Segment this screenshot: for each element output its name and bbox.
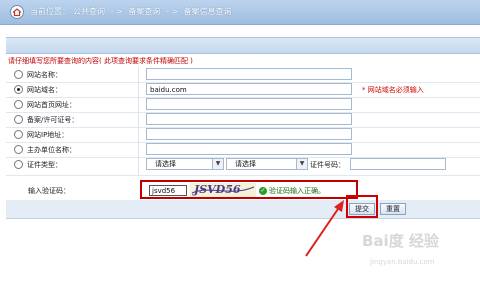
breadcrumb-separator: - > bbox=[110, 7, 123, 16]
location-bar: 当前位置： 公共查询 - > 备案查询 - > 备案信息查询 bbox=[0, 0, 480, 25]
breadcrumb: 当前位置： 公共查询 - > 备案查询 - > 备案信息查询 bbox=[30, 6, 234, 17]
breadcrumb-prefix: 当前位置： bbox=[30, 7, 70, 16]
domain-required-note: * 网站域名必须输入 bbox=[362, 86, 424, 94]
form-hint: 请仔细填写您所要查询的内容( 此项查询要求条件精确匹配 ) bbox=[8, 57, 193, 65]
captcha-ok-text: 验证码输入正确。 bbox=[269, 187, 325, 195]
form-row-domain: 网站域名： baidu.com * 网站域名必须输入 bbox=[6, 82, 480, 98]
field-label: 证件类型： bbox=[27, 161, 62, 169]
form-row-certificate: 证件类型： 请选择 ▼ 请选择 ▼ 证件号码： bbox=[6, 157, 480, 176]
select-value: 请选择 bbox=[155, 160, 176, 168]
query-form: 网站名称： 网站域名： baidu.com * 网站域名必须输入 网站首页网址：… bbox=[6, 67, 480, 201]
section-header-bar bbox=[6, 37, 480, 54]
captcha-image-text: JSVD56 bbox=[194, 183, 241, 196]
ip-address-input[interactable] bbox=[146, 128, 352, 140]
organizer-input[interactable] bbox=[146, 143, 352, 155]
select-value: 请选择 bbox=[235, 160, 256, 168]
field-label: 网站IP地址： bbox=[27, 131, 69, 139]
certificate-number-input[interactable] bbox=[350, 158, 446, 170]
captcha-label: 输入验证码： bbox=[28, 187, 70, 195]
captcha-image[interactable]: JSVD56 bbox=[190, 183, 256, 197]
license-number-input[interactable] bbox=[146, 113, 352, 125]
check-circle-icon: ✓ bbox=[259, 187, 267, 195]
home-icon bbox=[10, 5, 24, 19]
radio-domain[interactable] bbox=[14, 85, 23, 94]
form-row-ip-address: 网站IP地址： bbox=[6, 127, 480, 143]
radio-organizer[interactable] bbox=[14, 145, 23, 154]
field-label: 备案/许可证号： bbox=[27, 116, 79, 124]
field-label: 网站首页网址： bbox=[27, 101, 76, 109]
form-row-organizer: 主办单位名称： bbox=[6, 142, 480, 158]
certificate-subtype-select[interactable]: 请选择 ▼ bbox=[226, 158, 308, 170]
captcha-highlight-box: jsvd56 JSVD56 ✓ 验证码输入正确。 bbox=[140, 180, 358, 199]
chevron-down-icon[interactable]: ▼ bbox=[296, 159, 307, 169]
form-row-site-name: 网站名称： bbox=[6, 67, 480, 83]
form-row-license-number: 备案/许可证号： bbox=[6, 112, 480, 128]
form-row-homepage-url: 网站首页网址： bbox=[6, 97, 480, 113]
field-label: 主办单位名称： bbox=[27, 146, 76, 154]
domain-input[interactable]: baidu.com bbox=[146, 83, 352, 95]
button-bar: 提交 重置 bbox=[6, 200, 480, 219]
field-label: 网站名称： bbox=[27, 71, 62, 79]
certificate-number-label: 证件号码： bbox=[310, 161, 345, 169]
captcha-ok-message: ✓ 验证码输入正确。 bbox=[259, 186, 325, 196]
reset-button[interactable]: 重置 bbox=[380, 203, 406, 215]
radio-license-number[interactable] bbox=[14, 115, 23, 124]
annotation-arrow-icon bbox=[305, 200, 344, 257]
certificate-type-select[interactable]: 请选择 ▼ bbox=[146, 158, 224, 170]
breadcrumb-item-record-info-query[interactable]: 备案信息查询 bbox=[183, 7, 231, 16]
field-label: 网站域名： bbox=[27, 86, 62, 94]
captcha-row: 输入验证码： jsvd56 JSVD56 ✓ 验证码输入正确。 bbox=[6, 180, 480, 200]
captcha-input[interactable]: jsvd56 bbox=[149, 185, 187, 196]
radio-site-name[interactable] bbox=[14, 70, 23, 79]
chevron-down-icon[interactable]: ▼ bbox=[212, 159, 223, 169]
breadcrumb-item-public-query[interactable]: 公共查询 bbox=[73, 7, 105, 16]
radio-homepage-url[interactable] bbox=[14, 100, 23, 109]
radio-certificate[interactable] bbox=[14, 160, 23, 169]
breadcrumb-separator: - > bbox=[165, 7, 178, 16]
site-name-input[interactable] bbox=[146, 68, 352, 80]
watermark: Bai度 经验 bbox=[362, 232, 439, 250]
submit-highlight-box bbox=[346, 195, 378, 218]
watermark-sub: jingyan.baidu.com bbox=[370, 258, 435, 266]
homepage-url-input[interactable] bbox=[146, 98, 352, 110]
radio-ip-address[interactable] bbox=[14, 130, 23, 139]
breadcrumb-item-record-query[interactable]: 备案查询 bbox=[128, 7, 160, 16]
